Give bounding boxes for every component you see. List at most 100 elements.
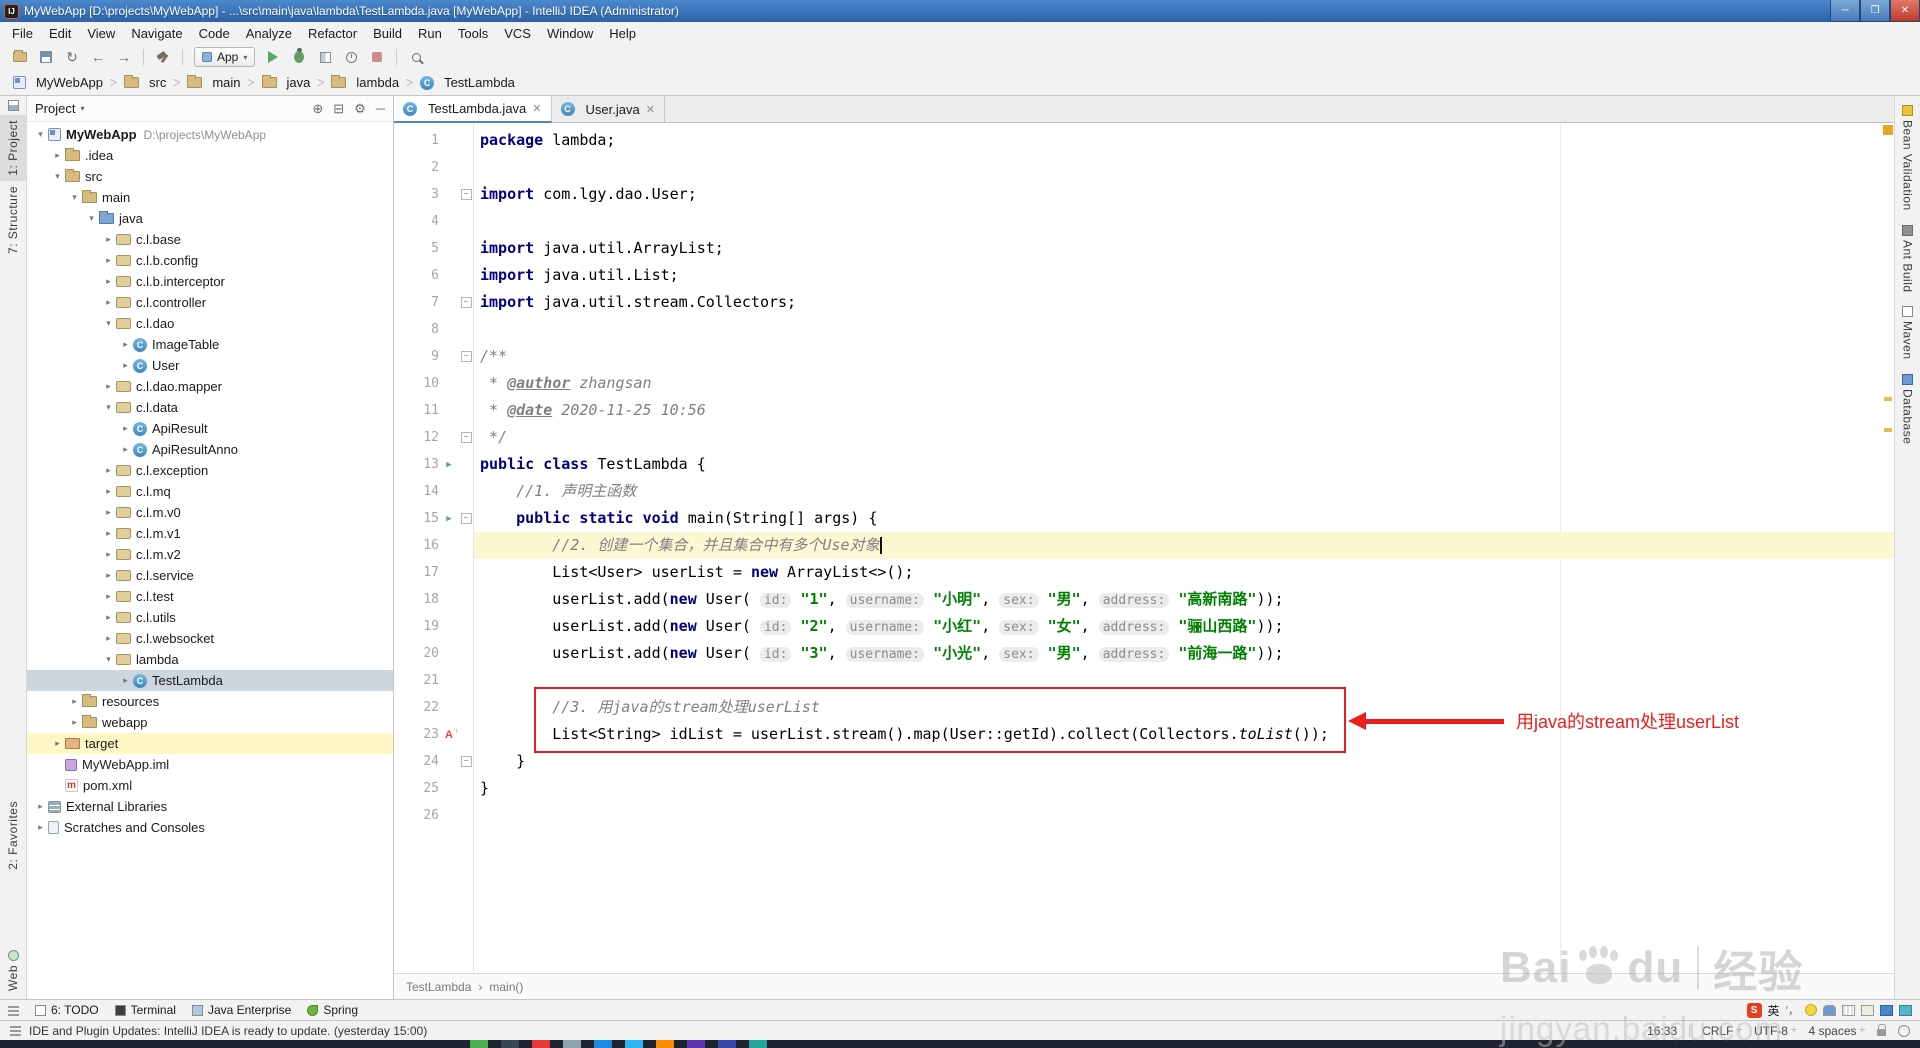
tree-node-c-l-mq[interactable]: ▸ c.l.mq: [27, 481, 393, 502]
error-stripe[interactable]: [1882, 123, 1894, 973]
editor-breadcrumb-main[interactable]: main(): [489, 980, 523, 994]
gutter-row-11[interactable]: 11: [394, 397, 473, 424]
menu-item-edit[interactable]: Edit: [41, 22, 79, 44]
breadcrumb-testlambda[interactable]: C TestLambda: [417, 75, 518, 90]
code-line-12[interactable]: */: [474, 424, 1894, 451]
code-line-10[interactable]: * @author zhangsan: [474, 370, 1894, 397]
chevron-right-icon[interactable]: ▸: [101, 612, 116, 623]
forward-icon[interactable]: →: [112, 46, 136, 68]
gutter-row-13[interactable]: 13 ▶: [394, 451, 473, 478]
tree-node-target[interactable]: ▸ target: [27, 733, 393, 754]
sogou-logo-icon[interactable]: S: [1746, 1002, 1762, 1018]
gutter-row-19[interactable]: 19: [394, 613, 473, 640]
gutter-row-6[interactable]: 6: [394, 262, 473, 289]
profiler-icon[interactable]: [339, 46, 363, 68]
fold-icon[interactable]: [459, 432, 473, 443]
tree-node-external-libraries[interactable]: ▸ External Libraries: [27, 796, 393, 817]
highlighting-level-icon[interactable]: [1898, 1024, 1910, 1037]
tree-node-imagetable[interactable]: ▸ C ImageTable: [27, 334, 393, 355]
hide-panel-icon[interactable]: ─: [376, 101, 385, 117]
taskbar-app-3-icon[interactable]: [532, 1040, 550, 1048]
run-gutter-icon[interactable]: ▶: [439, 514, 459, 524]
chevron-right-icon[interactable]: ▸: [50, 738, 65, 749]
chevron-right-icon[interactable]: ▸: [101, 549, 116, 560]
breadcrumb-java[interactable]: java: [259, 75, 314, 90]
tree-node-c-l-dao-mapper[interactable]: ▸ c.l.dao.mapper: [27, 376, 393, 397]
inspections-status-icon[interactable]: [1883, 125, 1893, 135]
tree-node-idea[interactable]: ▸ .idea: [27, 145, 393, 166]
code-line-1[interactable]: package lambda;: [474, 127, 1894, 154]
run-icon[interactable]: [261, 46, 285, 68]
gutter-row-16[interactable]: 16: [394, 532, 473, 559]
chevron-down-icon[interactable]: ▾: [50, 171, 65, 182]
menu-item-analyze[interactable]: Analyze: [238, 22, 300, 44]
tree-node-c-l-exception[interactable]: ▸ c.l.exception: [27, 460, 393, 481]
menu-item-navigate[interactable]: Navigate: [123, 22, 190, 44]
tool-window-button-terminal[interactable]: Terminal: [114, 1003, 176, 1017]
coverage-icon[interactable]: [313, 46, 337, 68]
tool-window-button-1-project[interactable]: 1: Project: [0, 115, 26, 181]
code-line-5[interactable]: import java.util.ArrayList;: [474, 235, 1894, 262]
debug-icon[interactable]: [287, 46, 311, 68]
build-project-icon[interactable]: [151, 46, 175, 68]
chevron-right-icon[interactable]: ▸: [33, 822, 48, 833]
fold-icon[interactable]: [459, 756, 473, 767]
tree-node-c-l-websocket[interactable]: ▸ c.l.websocket: [27, 628, 393, 649]
chevron-right-icon[interactable]: ▸: [50, 150, 65, 161]
status-message[interactable]: IDE and Plugin Updates: IntelliJ IDEA is…: [29, 1024, 427, 1038]
tree-node-java[interactable]: ▾ java: [27, 208, 393, 229]
chevron-right-icon[interactable]: ▸: [101, 381, 116, 392]
tree-node-src[interactable]: ▾ src: [27, 166, 393, 187]
fold-icon[interactable]: [459, 513, 473, 524]
tree-node-c-l-b-config[interactable]: ▸ c.l.b.config: [27, 250, 393, 271]
tree-node-apiresult[interactable]: ▸ C ApiResult: [27, 418, 393, 439]
code-line-14[interactable]: //1. 声明主函数: [474, 478, 1894, 505]
code-line-26[interactable]: [474, 802, 1894, 829]
save-all-icon[interactable]: [34, 46, 58, 68]
chevron-right-icon[interactable]: ▸: [67, 717, 82, 728]
tree-node-c-l-m-v1[interactable]: ▸ c.l.m.v1: [27, 523, 393, 544]
taskbar-app-5-icon[interactable]: [594, 1040, 612, 1048]
chevron-down-icon[interactable]: ▾: [84, 213, 99, 224]
tool-window-switcher-icon[interactable]: [7, 100, 19, 111]
code-line-7[interactable]: import java.util.stream.Collectors;: [474, 289, 1894, 316]
gutter-row-1[interactable]: 1: [394, 127, 473, 154]
status-widget-utf-8[interactable]: UTF-8 ÷: [1754, 1024, 1797, 1038]
gutter-row-7[interactable]: 7: [394, 289, 473, 316]
gutter-row-23[interactable]: 23 A: [394, 721, 473, 748]
code-line-2[interactable]: [474, 154, 1894, 181]
tree-node-c-l-service[interactable]: ▸ c.l.service: [27, 565, 393, 586]
code-line-19[interactable]: userList.add(new User( id: "2", username…: [474, 613, 1894, 640]
tool-window-button-database[interactable]: Database: [1895, 365, 1920, 449]
tree-node-webapp[interactable]: ▸ webapp: [27, 712, 393, 733]
code-line-11[interactable]: * @date 2020-11-25 10:56: [474, 397, 1894, 424]
back-icon[interactable]: ←: [86, 46, 110, 68]
tree-node-user[interactable]: ▸ C User: [27, 355, 393, 376]
tool-window-switcher-icon[interactable]: [8, 1004, 19, 1016]
fold-icon[interactable]: [459, 189, 473, 200]
chevron-right-icon[interactable]: ▸: [101, 591, 116, 602]
microphone-icon[interactable]: [1823, 1004, 1836, 1016]
code-line-6[interactable]: import java.util.List;: [474, 262, 1894, 289]
ime-skin-icon[interactable]: [1899, 1004, 1912, 1016]
taskbar-app-9-icon[interactable]: [718, 1040, 736, 1048]
tree-node-scratches-and-consoles[interactable]: ▸ Scratches and Consoles: [27, 817, 393, 838]
gutter-row-12[interactable]: 12: [394, 424, 473, 451]
chevron-right-icon[interactable]: ▸: [101, 234, 116, 245]
taskbar-app-4-icon[interactable]: [563, 1040, 581, 1048]
code-line-13[interactable]: public class TestLambda {: [474, 451, 1894, 478]
fold-icon[interactable]: [459, 351, 473, 362]
minimize-button[interactable]: ─: [1830, 0, 1860, 22]
chevron-down-icon[interactable]: ▾: [33, 129, 48, 140]
menu-item-view[interactable]: View: [79, 22, 123, 44]
chevron-right-icon[interactable]: ▸: [118, 339, 133, 350]
ime-language-indicator[interactable]: 英: [1768, 1002, 1780, 1019]
chevron-right-icon[interactable]: ▸: [101, 276, 116, 287]
editor-tab-user-java[interactable]: C User.java ✕: [552, 96, 665, 122]
gutter-row-18[interactable]: 18: [394, 586, 473, 613]
tree-node-c-l-utils[interactable]: ▸ c.l.utils: [27, 607, 393, 628]
chevron-right-icon[interactable]: ▸: [118, 423, 133, 434]
tree-node-c-l-data[interactable]: ▾ c.l.data: [27, 397, 393, 418]
chevron-right-icon[interactable]: ▸: [101, 297, 116, 308]
tree-node-c-l-m-v2[interactable]: ▸ c.l.m.v2: [27, 544, 393, 565]
